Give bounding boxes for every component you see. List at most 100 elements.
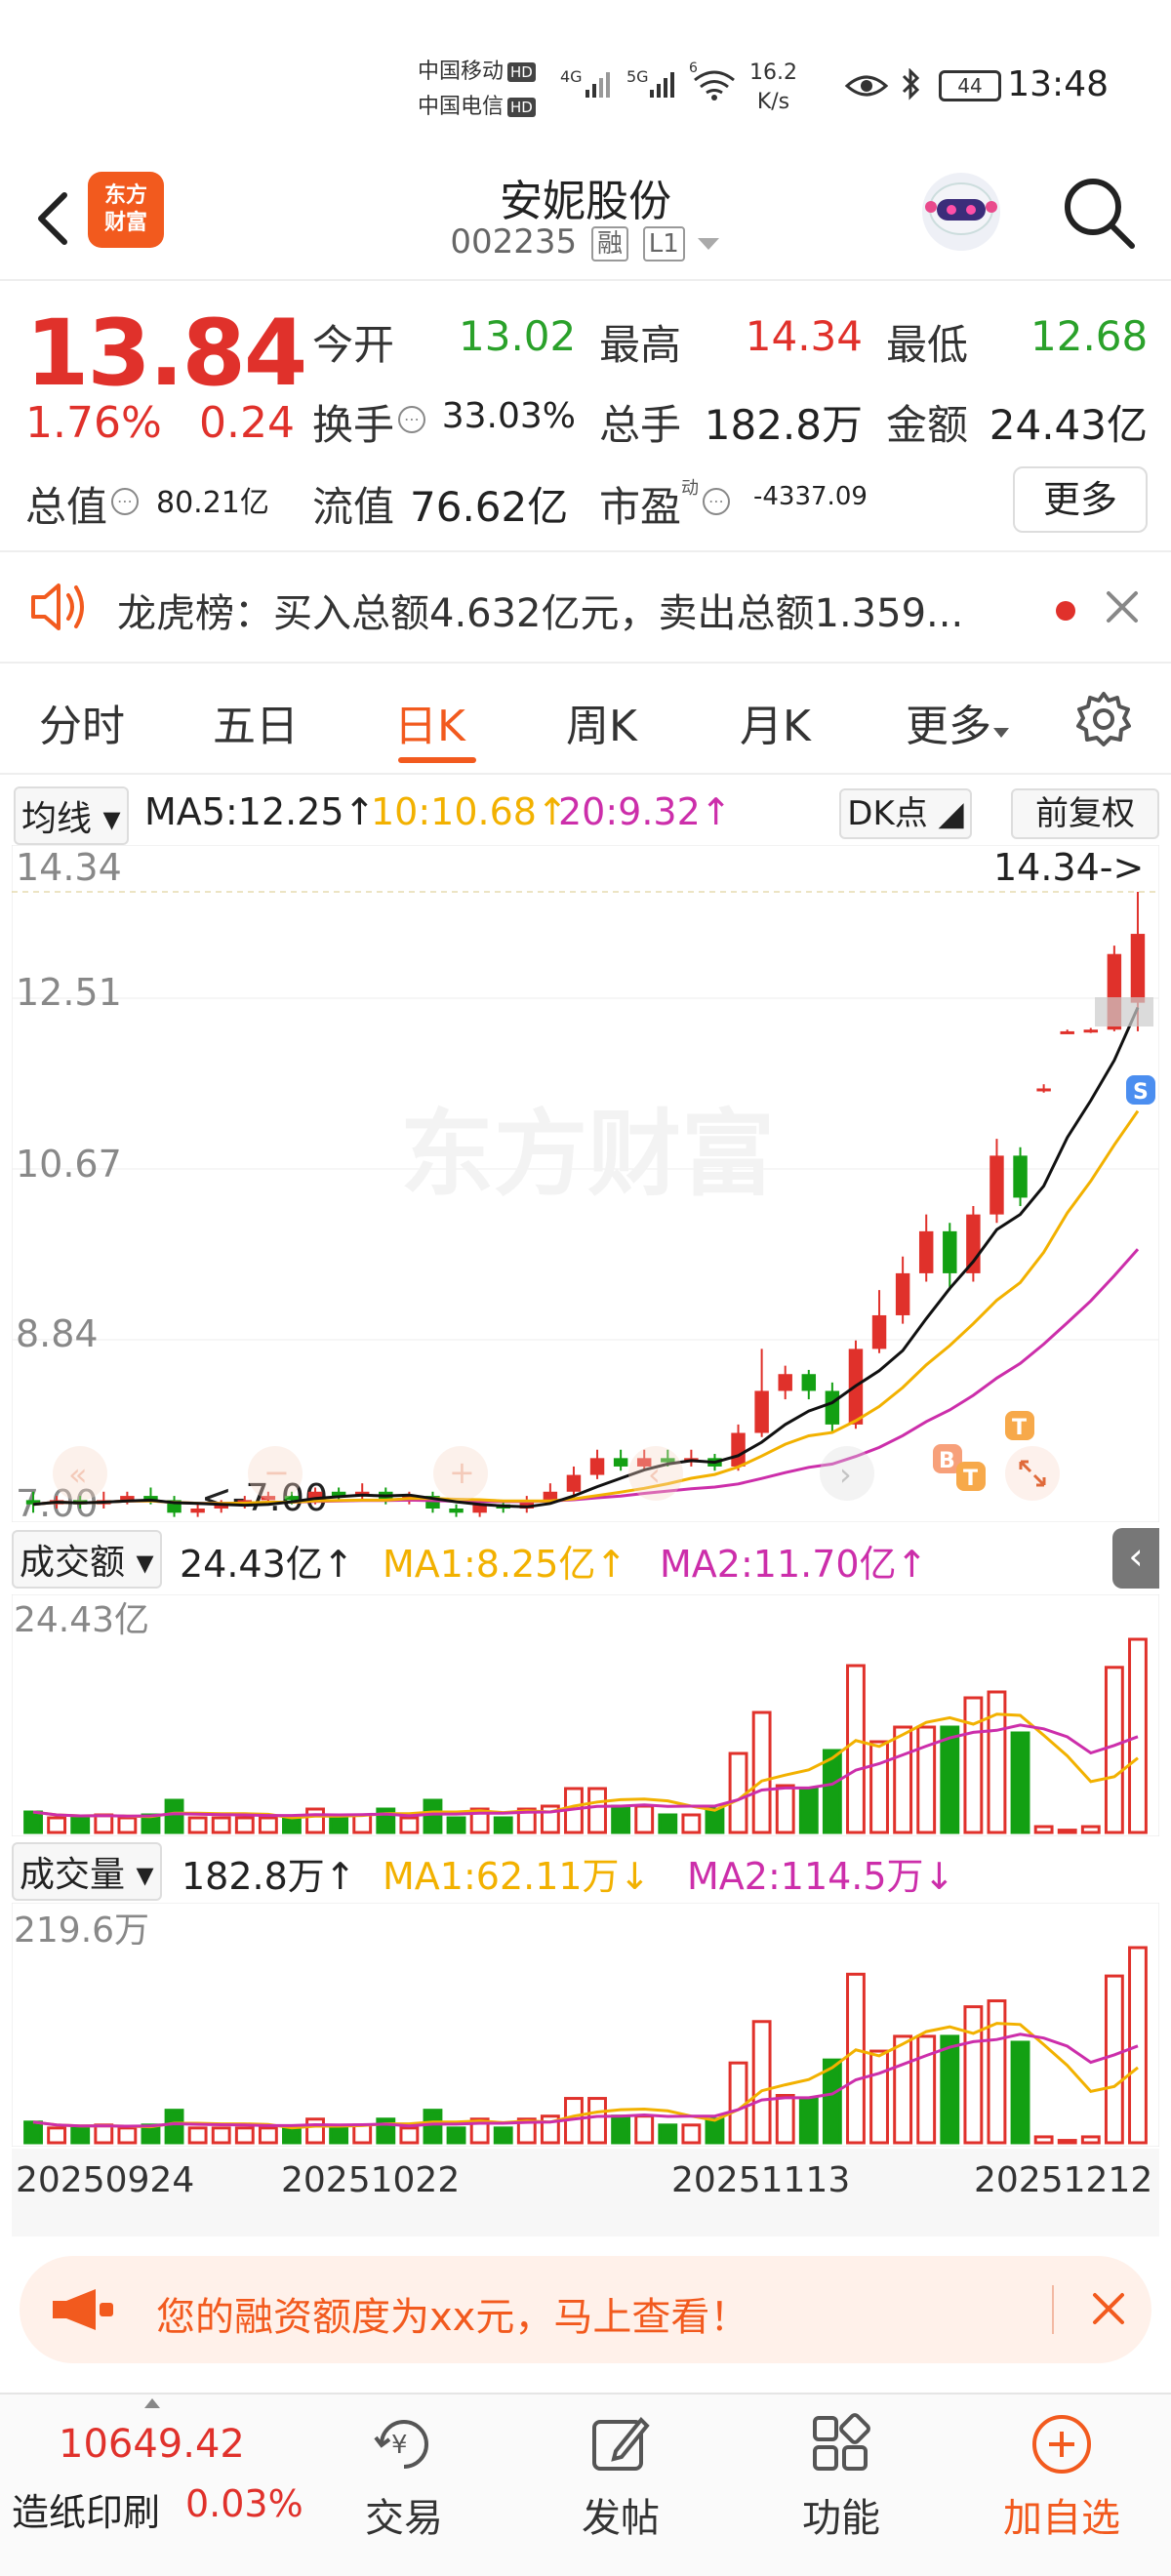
date-label-4: 20251212 — [974, 2160, 1153, 2200]
volume-bar — [1104, 1666, 1124, 1834]
volume-bar — [658, 2123, 678, 2145]
svg-text:«: « — [68, 1456, 88, 1493]
candle-body — [801, 1374, 817, 1391]
volume-bar — [798, 1787, 819, 1834]
volume-ma2: MA2:114.5万↓ — [687, 1855, 955, 1898]
volume-dropdown[interactable]: 成交量 ▾ — [12, 1842, 162, 1901]
ma-type-dropdown[interactable]: 均线 ▾ — [14, 786, 129, 845]
badge-s: S — [1133, 1080, 1149, 1105]
volume-bar — [234, 2126, 255, 2145]
volume-value: 182.8万 — [704, 401, 863, 449]
watermark: 东方财富 — [400, 1100, 775, 1209]
financing-promo-banner[interactable]: 您的融资额度为xx元，马上查看！ — [20, 2256, 1151, 2363]
volume-bar — [728, 1751, 748, 1834]
volume-bar — [282, 2126, 302, 2145]
margin-tag: 融 — [590, 225, 628, 262]
high-label: 最高 — [599, 321, 682, 369]
promo-text: 您的融资额度为xx元，马上查看！ — [156, 2295, 749, 2340]
volume-bar — [399, 2126, 420, 2145]
volume-bar — [94, 1813, 114, 1834]
tab-more[interactable]: 更多 — [906, 691, 1011, 753]
volume-bar — [728, 2061, 748, 2145]
volume-bar — [258, 1816, 278, 1834]
amount-dropdown[interactable]: 成交额 ▾ — [12, 1530, 162, 1589]
quote-panel: 13.84 1.76% 0.24 今开 13.02 最高 14.34 最低 12… — [0, 283, 1171, 552]
badge-b: B — [939, 1449, 955, 1473]
volume-chart[interactable]: 219.6万 — [12, 1903, 1159, 2147]
volume-bar — [117, 1816, 138, 1834]
nav-post[interactable]: 发帖 — [552, 2410, 689, 2543]
low-label: 最低 — [886, 321, 969, 369]
nav-add-watchlist[interactable]: 加自选 — [993, 2410, 1130, 2543]
volume-bar — [634, 1804, 655, 1834]
net-speed: 16.2 K/s — [749, 59, 797, 117]
nav-trade[interactable]: ¥ 交易 — [336, 2410, 472, 2543]
pe-label[interactable]: 市盈动⋯ — [599, 474, 731, 534]
volume-bar — [1057, 1829, 1077, 1834]
sector-index-value[interactable]: 10649.42 — [59, 2422, 245, 2467]
volume-bar — [187, 1816, 208, 1834]
close-icon[interactable] — [1103, 587, 1142, 626]
candle-body — [989, 1155, 1004, 1215]
volume-bar — [187, 2126, 208, 2145]
candle-body — [190, 1509, 205, 1513]
tab-monthly-k[interactable]: 月K — [740, 691, 811, 753]
volume-bar — [869, 1740, 889, 1834]
kline-chart[interactable]: 东方财富 14.34 12.51 10.67 8.84 7.00 14.34->… — [12, 845, 1159, 1522]
dragon-tiger-notice[interactable]: 龙虎榜：买入总额4.632亿元，卖出总额1.359... — [0, 552, 1171, 664]
adjust-mode-button[interactable]: 前复权 — [1011, 788, 1159, 839]
volume-bar — [1033, 1825, 1054, 1834]
nav-post-label: 发帖 — [582, 2496, 660, 2541]
volume-bar — [634, 2114, 655, 2145]
volume-bar — [681, 2123, 702, 2145]
megaphone-icon — [53, 2289, 113, 2330]
dk-point-button[interactable]: DK点 ◢ — [839, 788, 972, 839]
volume-bar — [258, 2126, 278, 2145]
tab-intraday[interactable]: 分时 — [39, 691, 125, 753]
y-label-max: 14.34 — [16, 846, 122, 889]
tab-daily-k[interactable]: 日K — [394, 691, 465, 753]
volume-bar — [751, 1711, 772, 1834]
close-icon[interactable] — [1089, 2289, 1128, 2328]
pe-value: -4337.09 — [753, 482, 868, 511]
sector-index-name[interactable]: 造纸印刷 — [12, 2482, 160, 2536]
collapse-panel-button[interactable]: ‹ — [1112, 1528, 1159, 1589]
volume-bar — [705, 2117, 725, 2145]
turnover-value: 33.03% — [441, 396, 576, 436]
amount-value: 24.43亿↑ — [180, 1543, 354, 1586]
volume-bar — [587, 2097, 607, 2145]
date-axis: 20250924 20251022 20251113 20251212 — [12, 2149, 1159, 2236]
volume-bar — [798, 2097, 819, 2145]
gear-icon[interactable] — [1073, 689, 1134, 749]
nav-trade-label: 交易 — [365, 2496, 443, 2541]
volume-bar — [446, 2126, 466, 2145]
float-value: 76.62亿 — [410, 483, 569, 531]
volume-bar — [822, 1749, 842, 1834]
status-icons — [844, 68, 920, 101]
tab-five-day[interactable]: 五日 — [213, 691, 299, 753]
candle-body — [589, 1458, 605, 1475]
amount-ma2: MA2:11.70亿↑ — [660, 1543, 928, 1586]
search-icon[interactable] — [1060, 174, 1138, 252]
amount-chart[interactable]: 24.43亿 — [12, 1594, 1159, 1836]
candle-body — [449, 1509, 464, 1513]
signal-icons: 4G 5G 6 — [560, 60, 735, 101]
nav-functions[interactable]: 功能 — [773, 2410, 909, 2543]
notice-text: 龙虎榜：买入总额4.632亿元，卖出总额1.359... — [117, 591, 964, 636]
abs-change: 0.24 — [199, 398, 295, 448]
carrier-1: 中国移动 — [418, 60, 505, 84]
volume-bar — [305, 1807, 325, 1834]
turnover-label[interactable]: 换手 ⋯ — [312, 392, 426, 452]
wifi-6-label: 6 — [689, 60, 698, 76]
candle-body — [754, 1390, 769, 1433]
volume-bar — [775, 1784, 795, 1834]
mktcap-label[interactable]: 总值 ⋯ — [25, 474, 140, 534]
candle-body — [966, 1214, 981, 1273]
assistant-robot-icon[interactable] — [917, 168, 1005, 256]
tab-weekly-k[interactable]: 周K — [566, 691, 637, 753]
volume-bar — [423, 2109, 443, 2145]
volume-bar — [751, 2020, 772, 2145]
mktcap-value: 80.21亿 — [156, 486, 269, 520]
more-button[interactable]: 更多 — [1013, 466, 1148, 533]
status-time: 13:48 — [1007, 64, 1109, 104]
